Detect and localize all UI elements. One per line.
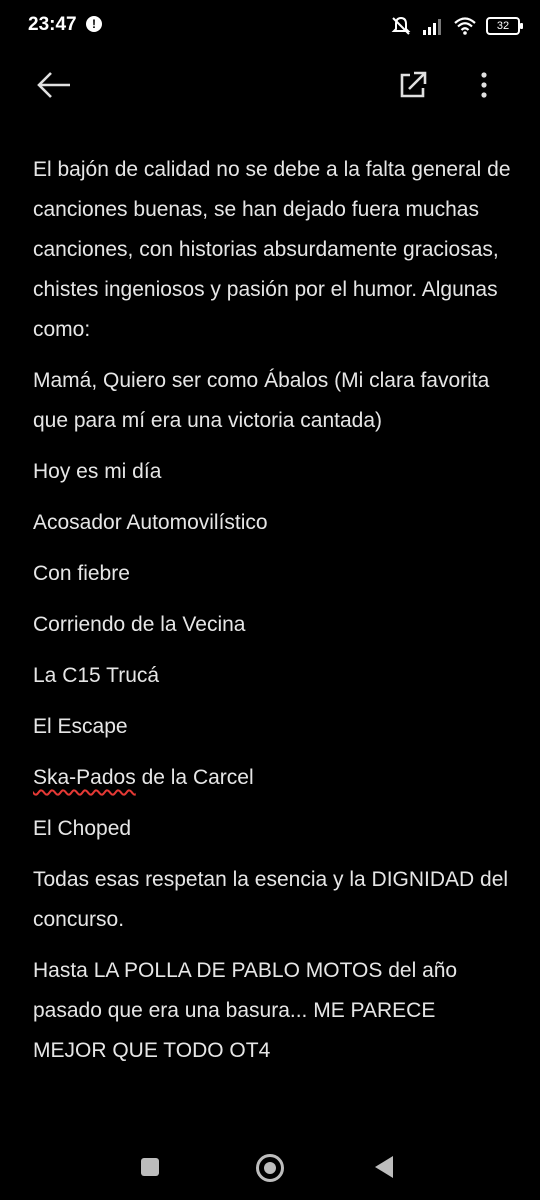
song-item: Hoy es mi día [33,460,162,483]
intro-paragraph: El bajón de calidad no se debe a la falt… [33,158,511,341]
closing-paragraph: Hasta LA POLLA DE PABLO MOTOS del año pa… [33,959,458,1062]
back-icon[interactable] [375,1156,393,1178]
misspelled-word: Ska-Pados [33,766,136,789]
wifi-icon [454,17,476,35]
battery-icon: 32 [486,17,523,35]
song-item: Mamá, Quiero ser como Ábalos (Mi clara f… [33,369,490,432]
song-item: Acosador Automovilístico [33,511,268,534]
post-body: El bajón de calidad no se debe a la falt… [33,150,513,1082]
system-nav-bar [0,1140,540,1200]
song-item-rest: de la Carcel [135,766,254,789]
back-arrow-icon[interactable] [34,68,74,102]
song-item: Con fiebre [33,562,130,585]
more-vert-icon[interactable] [472,68,496,102]
respect-paragraph: Todas esas respetan la esencia y la DIGN… [33,868,509,931]
song-item: Ska-Pados de la Carcel [33,758,513,798]
mute-icon [391,16,411,35]
status-icons: 32 [390,14,523,38]
status-bar: 23:47 ! 32 [0,0,540,56]
song-item: Corriendo de la Vecina [33,613,246,636]
song-item: El Escape [33,715,128,738]
recent-apps-icon[interactable] [141,1158,159,1176]
song-item: El Choped [33,817,132,840]
signal-icon [423,19,441,35]
alert-icon: ! [86,16,102,32]
home-icon[interactable] [256,1154,284,1182]
app-bar [0,56,540,114]
song-item: La C15 Trucá [33,664,160,687]
status-time: 23:47 [28,14,77,35]
open-external-icon[interactable] [396,68,430,102]
